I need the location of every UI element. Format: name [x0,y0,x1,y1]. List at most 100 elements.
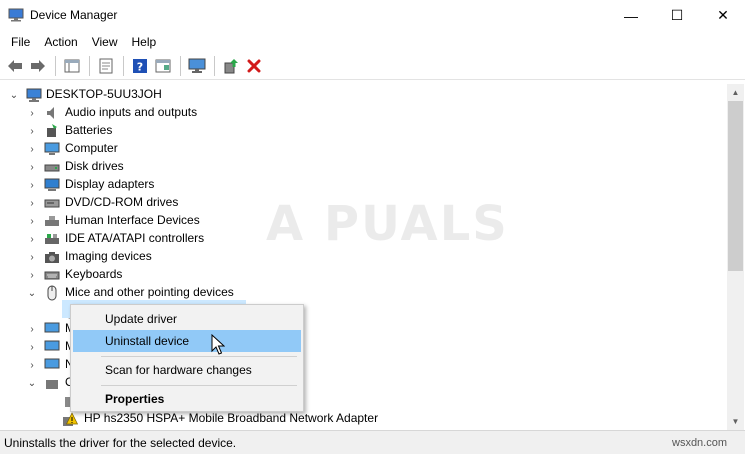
hid-icon [45,216,59,226]
tree-item-display-adapters[interactable]: › Display adapters [0,176,727,194]
toolbar-separator [180,56,181,76]
tree-item-label: Audio inputs and outputs [65,105,198,119]
mouse-icon [47,285,57,301]
chevron-down-icon[interactable]: ⌄ [26,374,38,392]
tree-item-label: Human Interface Devices [65,213,200,227]
show-hide-tree-button[interactable] [61,55,83,77]
chevron-right-icon[interactable]: › [26,338,38,356]
tree-item-label: HP hs2350 HSPA+ Mobile Broadband Network… [84,411,379,425]
tree-item-label: Keyboards [65,267,123,281]
chevron-right-icon[interactable]: › [26,140,38,158]
chevron-right-icon[interactable]: › [26,356,38,374]
status-text: Uninstalls the driver for the selected d… [4,436,237,450]
camera-icon [45,252,59,263]
toolbar: ? [0,53,745,80]
minimize-button[interactable]: — [608,0,654,31]
toolbar-separator [55,56,56,76]
red-x-icon [247,59,261,73]
chevron-up-icon: ▲ [731,88,740,97]
tree-item-label: Disk drives [65,159,124,173]
chevron-right-icon[interactable]: › [26,122,38,140]
other-devices-icon [46,380,58,389]
chevron-right-icon[interactable]: › [26,266,38,284]
battery-icon [47,124,57,137]
menu-file[interactable]: File [4,31,37,53]
view-panel-icon [155,59,171,73]
menu-help[interactable]: Help [125,31,164,53]
tree-item-label: DVD/CD-ROM drives [65,195,179,209]
scrollbar-thumb[interactable] [728,101,743,271]
toolbar-separator [123,56,124,76]
tree-item-label: Imaging devices [65,249,152,263]
menu-view[interactable]: View [85,31,125,53]
monitor-icon [44,340,60,351]
monitor-icon [44,322,60,333]
back-arrow-icon [8,60,22,72]
chevron-down-icon: ▼ [731,417,740,426]
scroll-up-button[interactable]: ▲ [727,84,744,101]
monitor-icon [44,142,60,155]
title-bar: Device Manager — ☐ ✕ [0,0,745,31]
back-button[interactable] [4,55,26,77]
tree-item-batteries[interactable]: › Batteries [0,122,727,140]
close-icon: ✕ [717,7,729,23]
menu-item-properties[interactable]: Properties [73,388,301,410]
maximize-button[interactable]: ☐ [654,0,700,31]
tree-item-hp-adapter[interactable]: HP hs2350 HSPA+ Mobile Broadband Network… [0,410,727,428]
menu-item-scan-hardware[interactable]: Scan for hardware changes [73,359,301,381]
chevron-right-icon[interactable]: › [26,158,38,176]
view-toolbar-button[interactable] [152,55,174,77]
console-tree-icon [64,59,80,73]
speaker-icon [47,107,54,119]
warning-icon [63,412,78,426]
forward-arrow-icon [31,60,45,72]
update-driver-toolbar-button[interactable] [220,55,242,77]
help-toolbar-button[interactable]: ? [129,55,151,77]
disk-icon [44,164,60,172]
chevron-right-icon[interactable]: › [26,248,38,266]
tree-item-disk-drives[interactable]: › Disk drives [0,158,727,176]
help-icon: ? [133,59,147,74]
status-bar: Uninstalls the driver for the selected d… [0,430,745,454]
vertical-scrollbar[interactable]: ▲ ▼ [727,84,744,430]
chevron-right-icon[interactable]: › [26,104,38,122]
chevron-right-icon[interactable]: › [26,176,38,194]
scan-monitor-icon [188,58,206,73]
toolbar-separator [89,56,90,76]
chevron-right-icon[interactable]: › [26,320,38,338]
tree-item-keyboards[interactable]: › Keyboards [0,266,727,284]
tree-root[interactable]: ⌄ DESKTOP-5UU3JOH [0,86,727,104]
site-watermark: wsxdn.com [672,437,728,449]
tree-item-audio[interactable]: › Audio inputs and outputs [0,104,727,122]
menu-bar: File Action View Help [0,31,745,53]
chevron-right-icon[interactable]: › [26,194,38,212]
menu-action[interactable]: Action [37,31,84,53]
network-icon [44,358,60,369]
chevron-right-icon[interactable]: › [26,212,38,230]
context-menu: Update driver Uninstall device Scan for … [70,304,304,412]
chevron-right-icon[interactable]: › [26,230,38,248]
menu-item-uninstall-device[interactable]: Uninstall device [73,330,301,352]
properties-toolbar-button[interactable] [95,55,117,77]
toolbar-separator [214,56,215,76]
tree-item-label: Batteries [65,123,113,137]
ide-icon [45,234,59,244]
tree-item-label: IDE ATA/ATAPI controllers [65,231,205,245]
scroll-down-button[interactable]: ▼ [727,413,744,430]
close-button[interactable]: ✕ [700,0,745,31]
properties-sheet-icon [99,58,113,74]
chevron-down-icon[interactable]: ⌄ [26,284,38,302]
uninstall-toolbar-button[interactable] [243,55,265,77]
chevron-down-icon[interactable]: ⌄ [8,86,20,104]
svg-text:?: ? [137,61,143,74]
tree-item-label: Mice and other pointing devices [65,285,234,299]
tree-item-label: Display adapters [65,177,155,191]
mouse-cursor-icon [211,334,225,355]
scan-toolbar-button[interactable] [186,55,208,77]
forward-button[interactable] [27,55,49,77]
update-driver-icon [224,59,238,74]
menu-item-update-driver[interactable]: Update driver [73,308,301,330]
menu-separator [101,356,297,357]
root-label: DESKTOP-5UU3JOH [46,87,162,101]
tree-item-computer[interactable]: › Computer [0,140,727,158]
